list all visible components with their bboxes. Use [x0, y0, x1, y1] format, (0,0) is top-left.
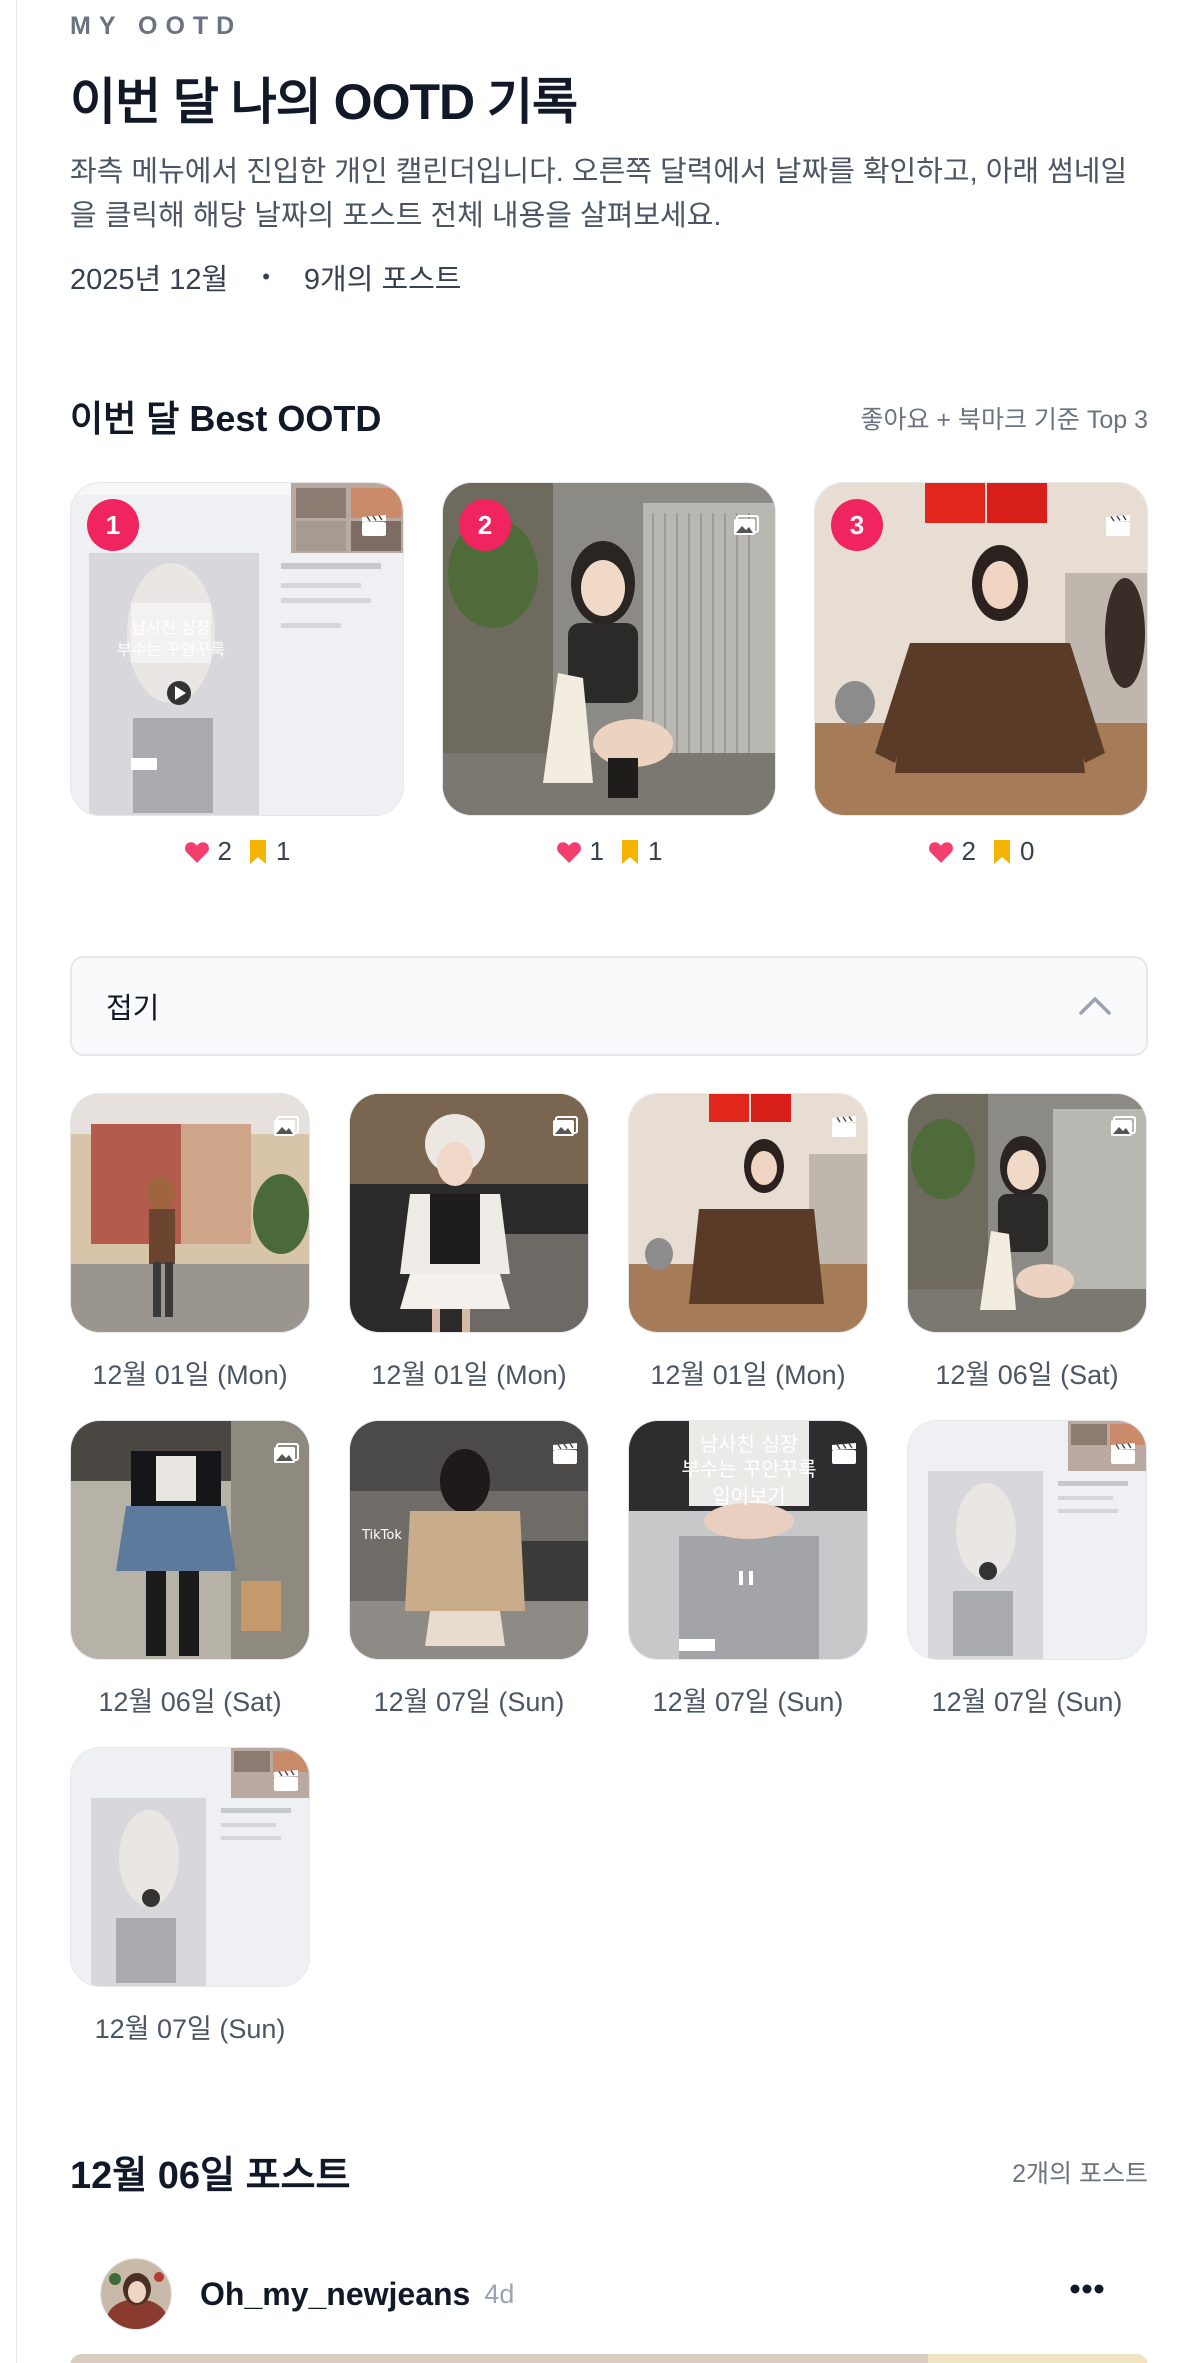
left-divider	[16, 0, 17, 2363]
post-card[interactable]: 12월 07일 (Sun)	[70, 1747, 310, 2046]
month-meta: 2025년 12월 • 9개의 포스트	[70, 256, 462, 298]
best-criteria: 좋아요 + 북마크 기준 Top 3	[860, 406, 1148, 434]
post-date: 12월 01일 (Mon)	[92, 1360, 288, 1390]
bookmark-count[interactable]: 1	[248, 836, 290, 867]
video-icon	[1110, 1443, 1136, 1470]
post-card[interactable]: TikTok 12월 07일 (Sun)	[349, 1420, 589, 1719]
username[interactable]: Oh_my_newjeans	[200, 2276, 470, 2313]
post-thumbnail[interactable]	[628, 1093, 868, 1333]
page-eyebrow: MY OOTD	[70, 12, 243, 40]
post-date: 12월 06일 (Sat)	[98, 1687, 282, 1717]
best-card-3[interactable]: 3 2 0	[814, 482, 1148, 867]
rank-badge: 2	[459, 499, 511, 551]
post-thumbnail[interactable]	[70, 1747, 310, 1987]
bookmark-icon	[994, 839, 1010, 864]
like-count[interactable]: 2	[928, 836, 976, 867]
svg-text:입어보기: 입어보기	[712, 1484, 786, 1508]
post-thumbnail[interactable]: TikTok	[349, 1420, 589, 1660]
chevron-up-icon	[1079, 997, 1111, 1015]
heart-icon	[928, 841, 953, 863]
collapse-label: 접기	[106, 993, 160, 1025]
best-grid: 남사친 심장 부수는 꾸안꾸룩 1 2 1 2 1 1 3 2 0	[70, 482, 1148, 867]
best-card-2[interactable]: 2 1 1	[442, 482, 776, 867]
post-card[interactable]: 12월 07일 (Sun)	[907, 1420, 1147, 1719]
post-thumbnail[interactable]: 남사친 심장 부수는 꾸안꾸룩 입어보기	[628, 1420, 868, 1660]
rank-badge: 3	[831, 499, 883, 551]
post-grid: 12월 01일 (Mon) 12월 01일 (Mon) 12월 01일 (Mon…	[70, 1093, 1148, 2046]
feed-post-image[interactable]	[70, 2354, 1148, 2363]
image-icon	[733, 515, 759, 542]
post-count: 9개의 포스트	[303, 264, 462, 296]
best-stats-3: 2 0	[814, 836, 1148, 867]
post-date: 12월 07일 (Sun)	[94, 2014, 286, 2044]
post-card[interactable]: 12월 01일 (Mon)	[70, 1093, 310, 1392]
post-date: 12월 06일 (Sat)	[935, 1360, 1119, 1390]
svg-text:남사친 심장: 남사친 심장	[700, 1432, 798, 1456]
feed-post-header: Oh_my_newjeans 4d	[100, 2258, 514, 2330]
day-post-count: 2개의 포스트	[1012, 2160, 1148, 2188]
video-icon	[361, 515, 387, 542]
best-section-title: 이번 달 Best OOTD	[70, 398, 382, 439]
best-stats-1: 2 1	[70, 836, 404, 867]
video-icon	[831, 1116, 857, 1143]
post-date: 12월 07일 (Sun)	[931, 1687, 1123, 1717]
svg-text:TikTok: TikTok	[361, 1528, 402, 1543]
post-card[interactable]: 12월 06일 (Sat)	[70, 1420, 310, 1719]
post-date: 12월 07일 (Sun)	[652, 1687, 844, 1717]
svg-text:남사친 심장: 남사친 심장	[132, 618, 211, 637]
like-count[interactable]: 1	[556, 836, 604, 867]
post-card[interactable]: 12월 01일 (Mon)	[628, 1093, 868, 1392]
post-date: 12월 07일 (Sun)	[373, 1687, 565, 1717]
post-card[interactable]: 12월 06일 (Sat)	[907, 1093, 1147, 1392]
post-time: 4d	[484, 2278, 515, 2309]
video-icon	[831, 1443, 857, 1470]
meta-separator: •	[262, 264, 270, 289]
post-date: 12월 01일 (Mon)	[371, 1360, 567, 1390]
svg-text:부수는 꾸안꾸룩: 부수는 꾸안꾸룩	[681, 1457, 816, 1481]
rank-badge: 1	[87, 499, 139, 551]
best-thumbnail-3[interactable]: 3	[814, 482, 1148, 816]
video-icon	[1105, 515, 1131, 542]
bookmark-count[interactable]: 1	[620, 836, 662, 867]
post-thumbnail[interactable]	[907, 1093, 1147, 1333]
image-icon	[273, 1443, 299, 1470]
month-label: 2025년 12월	[70, 264, 229, 296]
image-icon	[1110, 1116, 1136, 1143]
post-thumbnail[interactable]	[907, 1420, 1147, 1660]
heart-icon	[556, 841, 581, 863]
bookmark-icon	[622, 839, 638, 864]
image-icon	[552, 1116, 578, 1143]
video-icon	[273, 1770, 299, 1797]
more-options-button[interactable]	[1070, 2282, 1104, 2300]
page-description: 좌측 메뉴에서 진입한 개인 캘린더입니다. 오른쪽 달력에서 날짜를 확인하고…	[70, 156, 1128, 232]
best-thumbnail-2[interactable]: 2	[442, 482, 776, 816]
post-card[interactable]: 12월 01일 (Mon)	[349, 1093, 589, 1392]
best-thumbnail-1[interactable]: 남사친 심장 부수는 꾸안꾸룩 1	[70, 482, 404, 816]
post-date: 12월 01일 (Mon)	[650, 1360, 846, 1390]
best-stats-2: 1 1	[442, 836, 776, 867]
like-count[interactable]: 2	[184, 836, 232, 867]
post-thumbnail[interactable]	[70, 1420, 310, 1660]
image-icon	[273, 1116, 299, 1143]
avatar[interactable]	[100, 2258, 172, 2330]
day-section-title: 12월 06일 포스트	[70, 2155, 351, 2197]
page-title: 이번 달 나의 OOTD 기록	[70, 74, 578, 130]
svg-text:부수는 꾸안꾸룩: 부수는 꾸안꾸룩	[117, 640, 225, 659]
video-icon	[552, 1443, 578, 1470]
post-thumbnail[interactable]	[349, 1093, 589, 1333]
post-card[interactable]: 남사친 심장 부수는 꾸안꾸룩 입어보기 12월 07일 (Sun)	[628, 1420, 868, 1719]
bookmark-icon	[250, 839, 266, 864]
collapse-toggle[interactable]: 접기	[70, 956, 1148, 1056]
bookmark-count[interactable]: 0	[992, 836, 1034, 867]
more-horizontal-icon	[1070, 2284, 1104, 2294]
post-thumbnail[interactable]	[70, 1093, 310, 1333]
heart-icon	[184, 841, 209, 863]
best-card-1[interactable]: 남사친 심장 부수는 꾸안꾸룩 1 2 1	[70, 482, 404, 867]
